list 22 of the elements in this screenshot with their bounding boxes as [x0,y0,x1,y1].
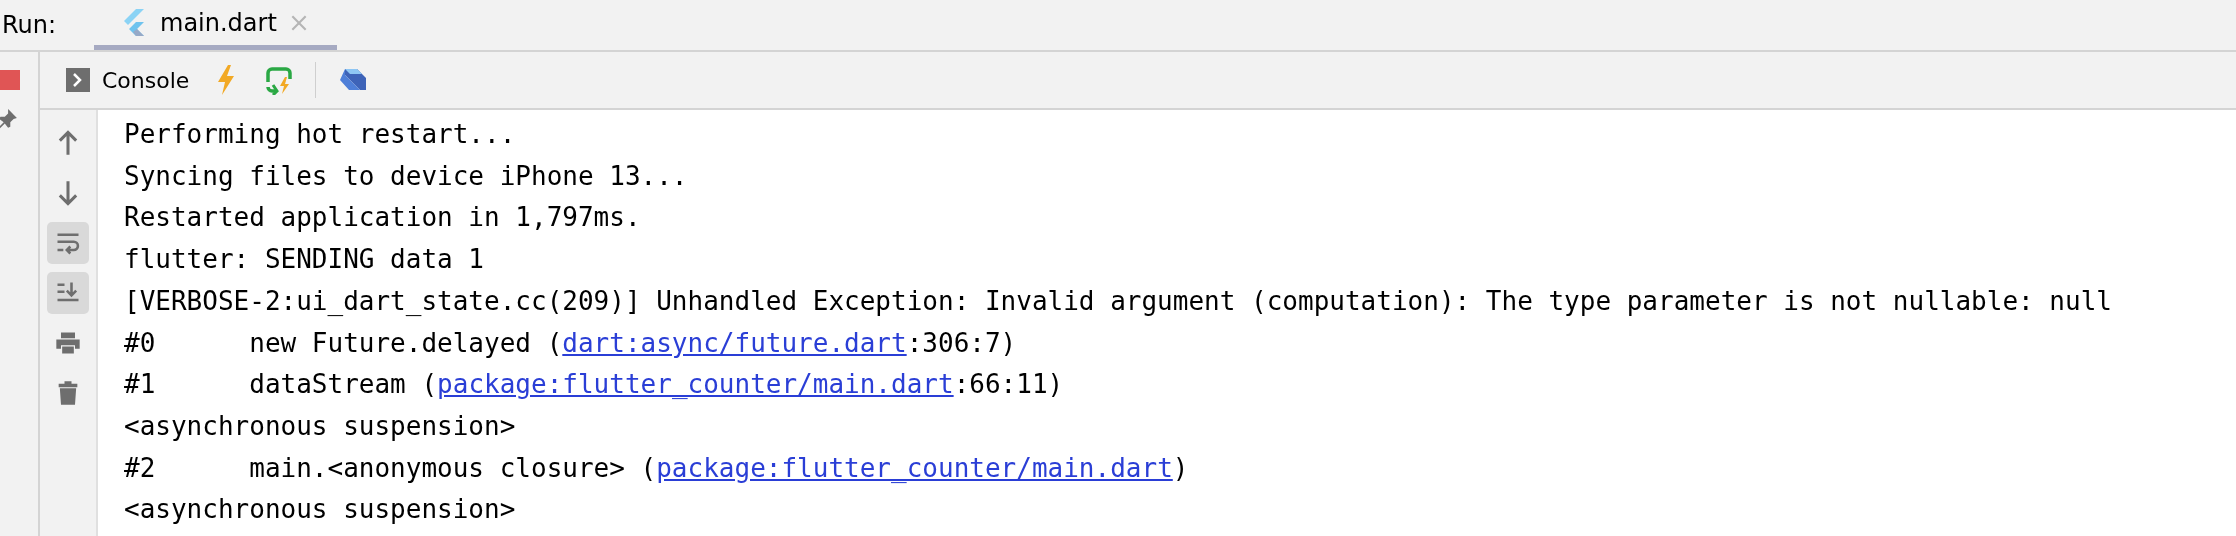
console-line: <asynchronous suspension> [124,409,516,443]
console-line: #1 dataStream (package:flutter_counter/main.dart:66:11) [124,368,1064,402]
scroll-to-end-icon[interactable] [47,272,89,314]
flutter-icon [122,8,146,37]
console-line: #2 main.<anonymous closure> (package:flutter_counter/main.dart) [124,451,1189,485]
console-line: [VERBOSE-2:ui_dart_state.cc(209)] Unhandled Exception: Invalid argument (computation): The type parameter is not nullable: null [124,284,2112,318]
restart-icon[interactable] [263,65,294,95]
console-line: Restarted application in 1,797ms. [124,201,641,235]
file-link[interactable]: package:flutter_counter/main.dart [437,369,954,400]
file-link[interactable]: package:flutter_counter/main.dart [656,452,1173,483]
pin-icon[interactable] [0,108,18,130]
run-label: Run: [2,11,58,39]
console-line: flutter: SENDING data 1 [124,243,485,277]
soft-wrap-icon[interactable] [47,222,89,264]
console-line: Performing hot restart... [124,118,516,151]
console-tab[interactable]: Console [66,67,190,93]
console-line: Syncing files to device iPhone 13... [124,159,688,193]
console-line: #0 new Future.delayed (dart:async/future.dart:306:7) [124,326,1017,360]
file-link[interactable]: dart:async/future.dart [562,327,907,358]
file-tab[interactable]: main.dart [94,0,337,50]
console-line: <asynchronous suspension> [124,493,516,527]
terminal-icon [66,68,90,92]
